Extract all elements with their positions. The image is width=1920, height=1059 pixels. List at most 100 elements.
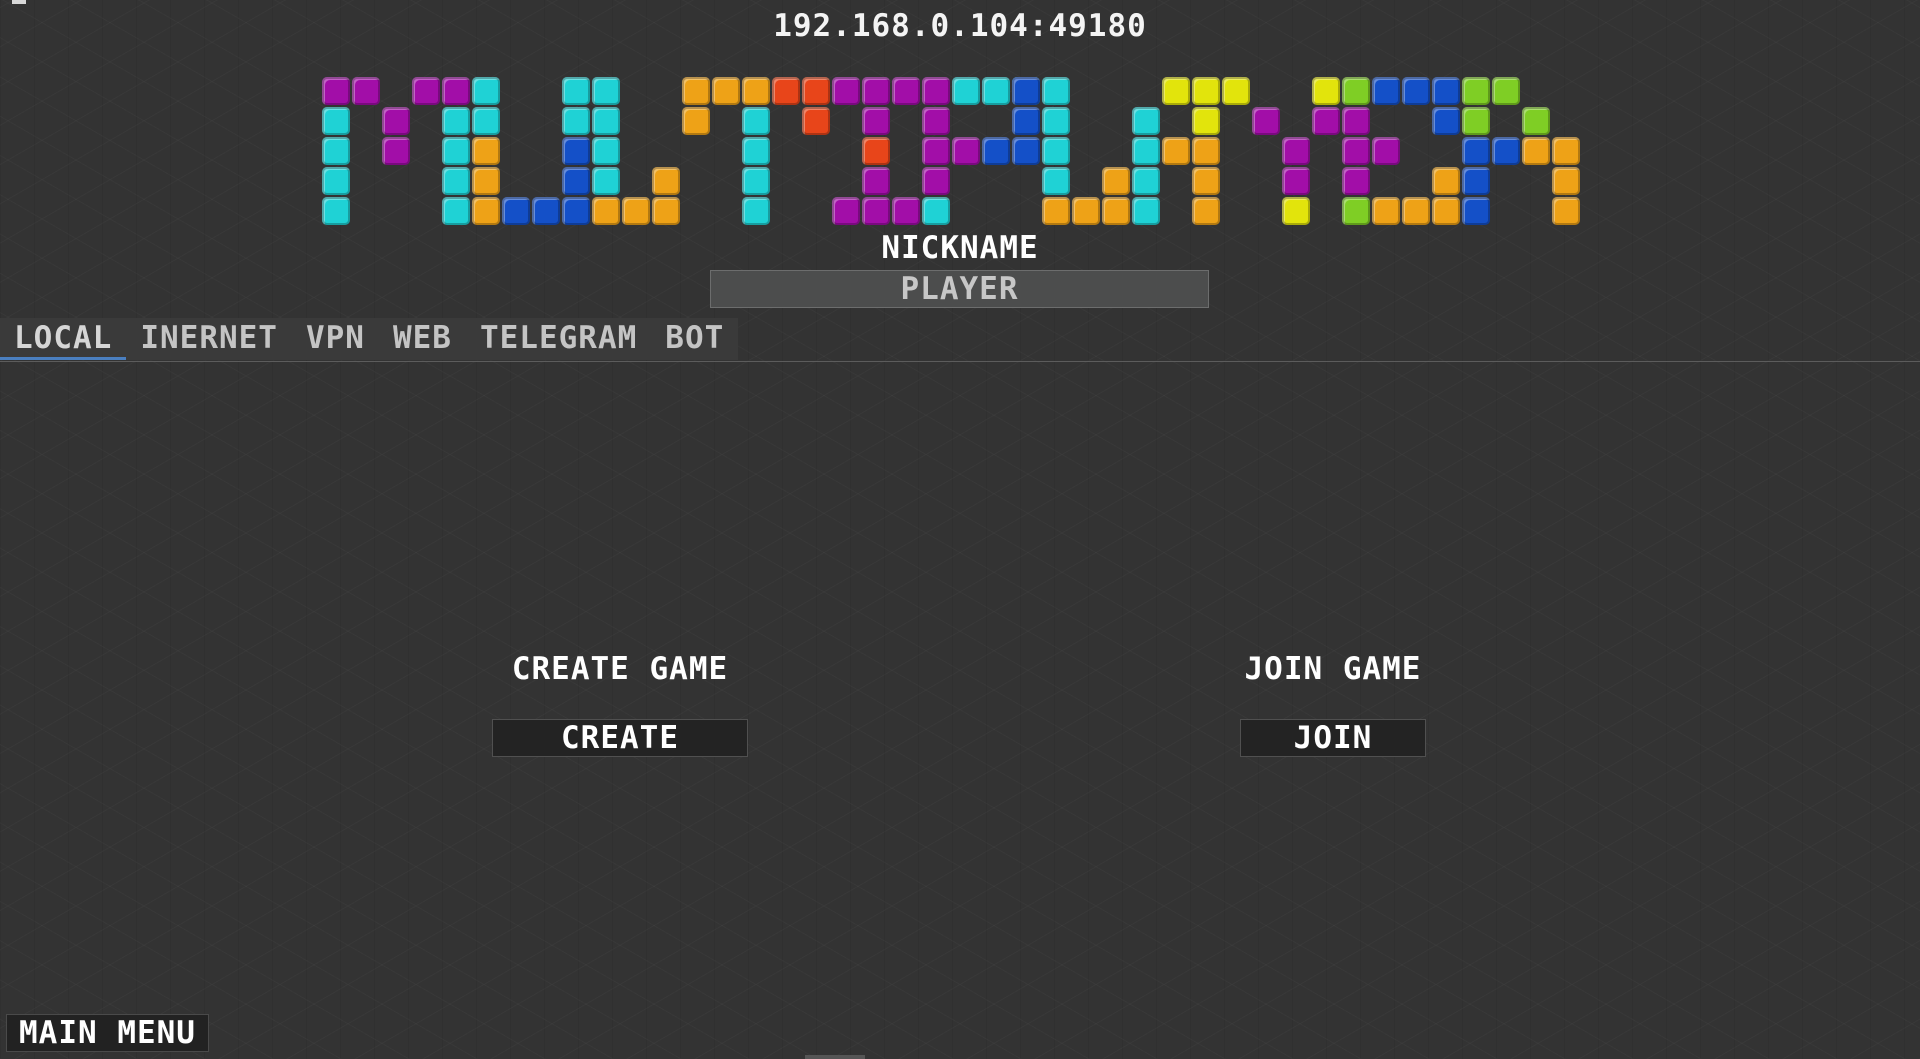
logo-block [862, 77, 890, 105]
logo-block [1012, 107, 1040, 135]
logo-block [952, 77, 980, 105]
logo-block [592, 167, 620, 195]
logo-block [742, 197, 770, 225]
logo-block [922, 197, 950, 225]
logo-block [1102, 167, 1130, 195]
logo-block [592, 77, 620, 105]
logo-block [382, 107, 410, 135]
logo-block [742, 167, 770, 195]
tab-bot[interactable]: BOT [651, 318, 738, 360]
logo-block [382, 137, 410, 165]
logo-block [1402, 197, 1430, 225]
logo-block [862, 197, 890, 225]
logo-block [802, 107, 830, 135]
logo-block [1552, 197, 1580, 225]
logo-block [1342, 137, 1370, 165]
logo-block [1372, 77, 1400, 105]
logo-block [472, 197, 500, 225]
logo-block [1522, 137, 1550, 165]
logo-block [1192, 167, 1220, 195]
logo-block [322, 167, 350, 195]
create-game-label: CREATE GAME [511, 651, 729, 687]
logo-block [1192, 137, 1220, 165]
create-button[interactable]: CREATE [492, 719, 748, 757]
logo-block [1342, 107, 1370, 135]
logo-block [1282, 167, 1310, 195]
tab-web[interactable]: WEB [379, 318, 466, 360]
logo-block [952, 137, 980, 165]
join-button[interactable]: JOIN [1240, 719, 1426, 757]
logo-block [442, 107, 470, 135]
logo-block [832, 197, 860, 225]
logo-block [1132, 167, 1160, 195]
logo-block [472, 77, 500, 105]
tab-local[interactable]: LOCAL [0, 318, 127, 360]
server-address: 192.168.0.104:49180 [773, 8, 1147, 44]
logo-block [862, 137, 890, 165]
logo-block [1492, 77, 1520, 105]
logo-block [1402, 77, 1430, 105]
logo-block [1492, 137, 1520, 165]
logo-block [562, 197, 590, 225]
logo-block [922, 167, 950, 195]
multiplayer-screen: 192.168.0.104:49180 NICKNAME PLAYER LOCA… [0, 0, 1920, 1059]
logo-block [532, 197, 560, 225]
tab-divider [0, 361, 1920, 362]
logo-block [1012, 77, 1040, 105]
logo-block [1432, 107, 1460, 135]
logo-block [1042, 107, 1070, 135]
logo-block [802, 77, 830, 105]
tab-telegram[interactable]: TELEGRAM [466, 318, 651, 360]
logo-block [1372, 197, 1400, 225]
logo-block [442, 197, 470, 225]
logo-block [1282, 137, 1310, 165]
logo-block [1252, 107, 1280, 135]
nickname-label: NICKNAME [881, 230, 1039, 266]
tab-internet[interactable]: INERNET [126, 318, 292, 360]
connection-tabs: LOCAL INERNET VPN WEB TELEGRAM BOT [0, 318, 739, 360]
logo-block [1042, 137, 1070, 165]
logo-block [1282, 197, 1310, 225]
logo-block [322, 77, 350, 105]
window-menu-icon[interactable] [12, 0, 26, 4]
logo-block [712, 77, 740, 105]
logo-block [682, 107, 710, 135]
bottom-handle [805, 1055, 865, 1059]
logo-block [1432, 167, 1460, 195]
logo-block [652, 197, 680, 225]
logo-block [922, 77, 950, 105]
nickname-input[interactable]: PLAYER [710, 270, 1209, 308]
logo-block [322, 197, 350, 225]
logo-block [682, 77, 710, 105]
logo-block [1342, 167, 1370, 195]
logo-block [1192, 77, 1220, 105]
logo-block [922, 107, 950, 135]
main-menu-button[interactable]: MAIN MENU [6, 1014, 209, 1052]
logo-block [562, 167, 590, 195]
logo-block [862, 167, 890, 195]
logo-block [982, 137, 1010, 165]
logo-block [1522, 107, 1550, 135]
logo-block [652, 167, 680, 195]
logo-block [622, 197, 650, 225]
logo-block [1072, 197, 1100, 225]
logo-block [1342, 77, 1370, 105]
logo-block [832, 77, 860, 105]
logo-block [892, 197, 920, 225]
logo-block [742, 107, 770, 135]
logo-block [922, 137, 950, 165]
logo-block [1042, 77, 1070, 105]
logo-block [1222, 77, 1250, 105]
logo-block [1312, 77, 1340, 105]
logo-block [472, 107, 500, 135]
logo-block [1432, 197, 1460, 225]
logo-block [742, 137, 770, 165]
logo-block [1132, 107, 1160, 135]
logo-block [1552, 167, 1580, 195]
logo-block [1312, 107, 1340, 135]
logo-block [862, 107, 890, 135]
logo-block [772, 77, 800, 105]
logo-block [1342, 197, 1370, 225]
tab-vpn[interactable]: VPN [292, 318, 379, 360]
logo-block [1162, 77, 1190, 105]
